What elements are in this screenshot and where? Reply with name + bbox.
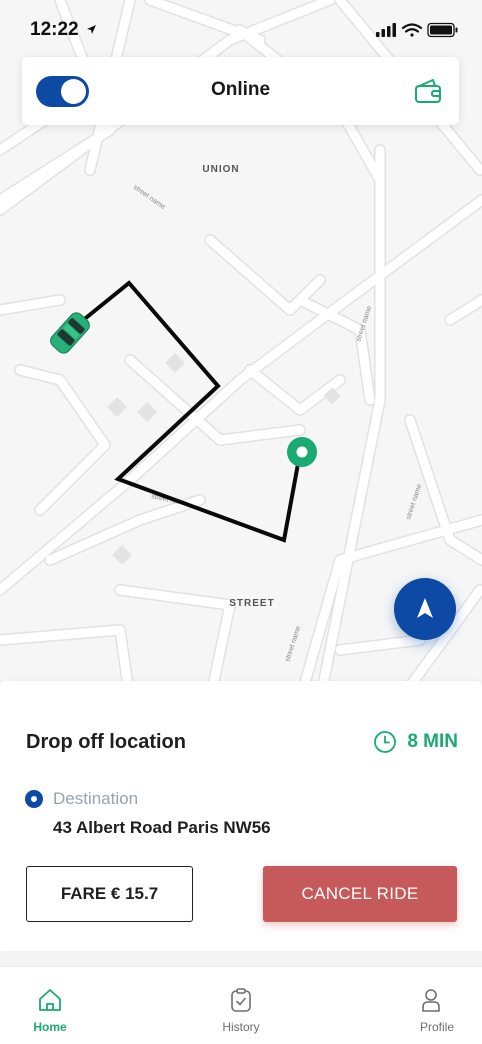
tab-history-label: History bbox=[222, 1020, 260, 1034]
battery-icon bbox=[427, 22, 458, 38]
eta-indicator: 8 MIN bbox=[373, 729, 458, 755]
wifi-icon bbox=[401, 23, 423, 37]
ride-details-sheet: Drop off location 8 MIN Destination 43 A… bbox=[0, 681, 482, 951]
sheet-title: Drop off location bbox=[26, 731, 186, 753]
tab-home[interactable]: Home bbox=[0, 968, 161, 1044]
tab-profile-label: Profile bbox=[420, 1020, 455, 1034]
fare-button[interactable]: FARE € 15.7 bbox=[26, 866, 193, 922]
online-status-card: Online bbox=[22, 57, 459, 125]
eta-text: 8 MIN bbox=[407, 731, 458, 752]
location-arrow-icon bbox=[87, 25, 96, 34]
destination-address: 43 Albert Road Paris NW56 bbox=[53, 818, 271, 837]
navigate-button[interactable] bbox=[394, 578, 456, 640]
status-icons bbox=[376, 22, 458, 38]
home-icon bbox=[39, 989, 61, 1011]
tab-home-label: Home bbox=[33, 1020, 67, 1034]
destination-pin bbox=[287, 437, 317, 467]
clock-icon bbox=[374, 731, 397, 753]
bottom-tab-bar: Home History Profile bbox=[0, 968, 482, 1044]
status-time: 12:22 bbox=[30, 19, 79, 40]
user-icon bbox=[422, 989, 440, 1012]
cancel-ride-button[interactable]: CANCEL RIDE bbox=[263, 866, 457, 922]
wallet-icon[interactable] bbox=[413, 76, 443, 106]
section-divider bbox=[0, 951, 482, 967]
tab-history[interactable]: History bbox=[161, 968, 322, 1044]
destination-marker-icon bbox=[25, 790, 43, 808]
area-label-street: STREET bbox=[229, 598, 274, 609]
navigation-arrow-icon bbox=[417, 598, 433, 618]
destination-label: Destination bbox=[53, 789, 139, 808]
clipboard-icon bbox=[231, 988, 251, 1012]
signal-icon bbox=[376, 23, 396, 37]
status-bar: 12:22 bbox=[0, 0, 482, 58]
area-label-union: UNION bbox=[202, 164, 239, 175]
online-label: Online bbox=[210, 79, 271, 100]
tab-profile[interactable]: Profile bbox=[321, 968, 482, 1044]
